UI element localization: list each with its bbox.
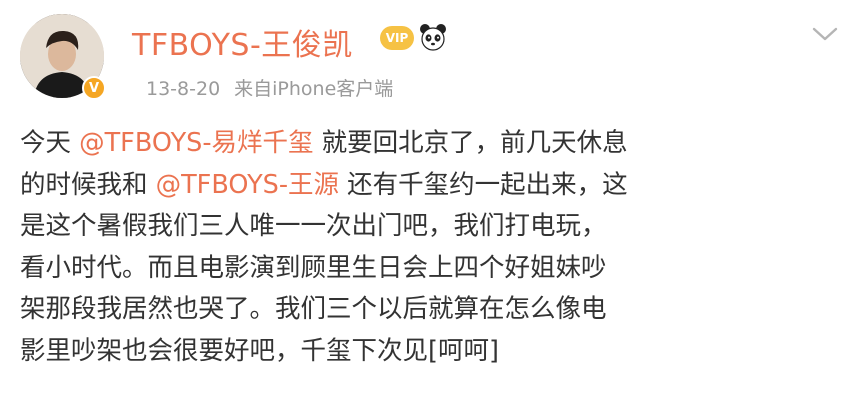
panda-emoji-icon [420,24,446,51]
post-meta: 13-8-20 来自iPhone客户端 [146,74,393,101]
content-text: 还有千玺约一起出来，这 [339,169,628,200]
username-link[interactable]: TFBOYS-王俊凯 [132,20,353,64]
content-text: 是这个暑假我们三人唯一一次出门吧，我们打电玩， [20,211,607,241]
content-text: 的时候我和 [20,169,156,200]
weibo-post: V TFBOYS-王俊凯 VIP 13-8-20 来自iPhone客户端 今天 @… [0,0,862,418]
content-text: 看小时代。而且电影演到顾里生日会上四个好姐妹吵 [20,252,607,283]
content-line: 今天 @TFBOYS-易烊千玺 就要回北京了，前几天休息 [20,123,850,165]
content-line: 影里吵架也会很要好吧，千玺下次见[呵呵] [20,331,850,373]
mention-link[interactable]: @TFBOYS-易烊千玺 [79,128,313,158]
content-text: 影里吵架也会很要好吧，千玺下次见[呵呵] [20,335,499,366]
mention-link[interactable]: @TFBOYS-王源 [156,170,339,200]
content-text: 就要回北京了，前几天休息 [313,128,628,158]
chevron-down-icon[interactable] [810,24,840,44]
verified-icon: V [82,76,106,100]
content-line: 看小时代。而且电影演到顾里生日会上四个好姐妹吵 [20,248,850,290]
content-line: 架那段我居然也哭了。我们三个以后就算在怎么像电 [20,289,850,331]
post-source: 来自iPhone客户端 [234,78,394,100]
post-content: 今天 @TFBOYS-易烊千玺 就要回北京了，前几天休息 的时候我和 @TFBO… [20,123,850,372]
content-line: 的时候我和 @TFBOYS-王源 还有千玺约一起出来，这 [20,165,850,207]
content-text: 架那段我居然也哭了。我们三个以后就算在怎么像电 [20,294,607,324]
member-badge-icon[interactable]: VIP [380,26,414,50]
content-line: 是这个暑假我们三人唯一一次出门吧，我们打电玩， [20,206,850,248]
content-text: 今天 [20,128,80,158]
post-timestamp[interactable]: 13-8-20 [146,78,220,100]
